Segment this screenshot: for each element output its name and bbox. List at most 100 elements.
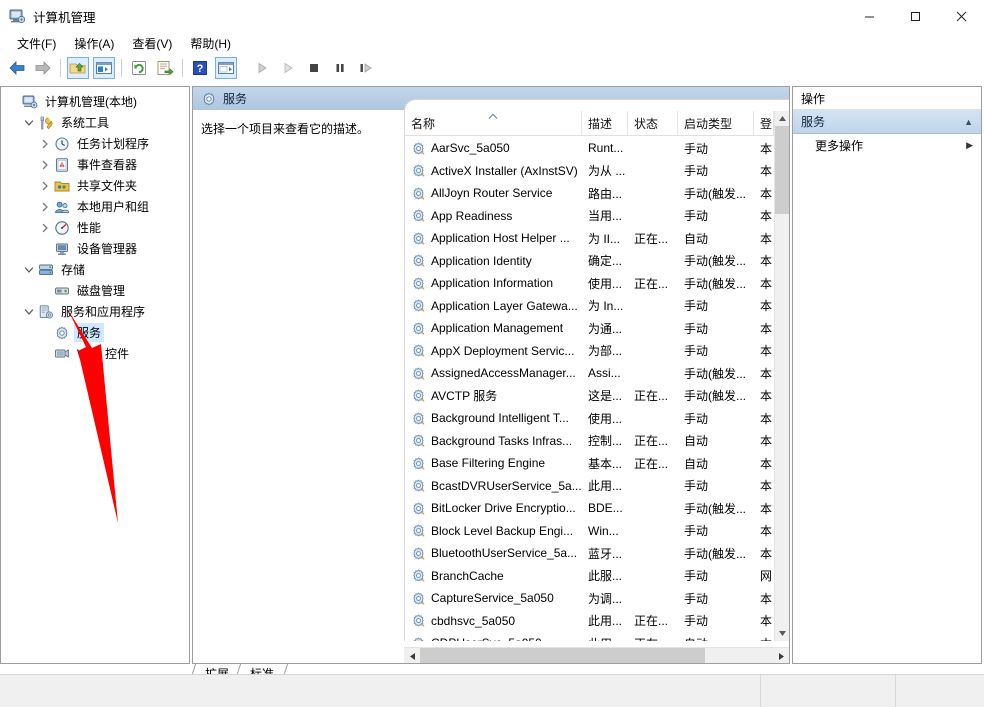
restart-service-icon[interactable] xyxy=(355,57,377,79)
column-logon-as-label: 登 xyxy=(760,115,772,132)
properties-icon[interactable] xyxy=(215,57,237,79)
chevron-right-icon[interactable] xyxy=(37,178,53,194)
service-row[interactable]: AVCTP 服务这是...正在...手动(触发...本 xyxy=(405,385,774,408)
service-row[interactable]: BcastDVRUserService_5a...此用...手动本 xyxy=(405,475,774,498)
show-hide-tree-icon[interactable] xyxy=(93,57,115,79)
actions-group-services[interactable]: 服务 ▲ xyxy=(793,110,981,134)
service-row[interactable]: BluetoothUserService_5a...蓝牙...手动(触发...本 xyxy=(405,542,774,565)
service-name-cell: BluetoothUserService_5a... xyxy=(405,546,582,561)
service-logon-cell: 本 xyxy=(754,365,774,382)
list-horizontal-scrollbar[interactable] xyxy=(404,641,789,663)
list-vertical-scrollbar[interactable] xyxy=(774,111,789,641)
service-logon-cell: 本 xyxy=(754,545,774,562)
chevron-right-icon[interactable] xyxy=(37,220,53,236)
service-row[interactable]: Background Intelligent T...使用...手动本 xyxy=(405,407,774,430)
service-row[interactable]: AllJoyn Router Service路由...手动(触发...本 xyxy=(405,182,774,205)
back-icon[interactable] xyxy=(6,57,28,79)
column-logon-as[interactable]: 登 xyxy=(754,111,774,135)
service-row[interactable]: BranchCache此服...手动网 xyxy=(405,565,774,588)
sidebar-item-0[interactable]: 计算机管理(本地) xyxy=(5,91,189,112)
start-service-icon[interactable] xyxy=(251,57,273,79)
service-row[interactable]: CaptureService_5a050为调...手动本 xyxy=(405,587,774,610)
service-row[interactable]: AssignedAccessManager...Assi...手动(触发...本 xyxy=(405,362,774,385)
service-startup-type-cell: 手动(触发... xyxy=(678,365,754,382)
horizontal-scroll-track[interactable] xyxy=(404,647,789,663)
menu-action[interactable]: 操作(A) xyxy=(65,33,123,54)
scroll-up-icon[interactable] xyxy=(775,111,789,126)
sidebar-item-9[interactable]: 磁盘管理 xyxy=(5,280,189,301)
service-row[interactable]: Background Tasks Infras...控制...正在...自动本 xyxy=(405,430,774,453)
service-name-cell: Background Intelligent T... xyxy=(405,411,582,426)
chevron-down-icon[interactable] xyxy=(21,304,37,320)
service-row[interactable]: AarSvc_5a050Runt...手动本 xyxy=(405,137,774,160)
sidebar-item-10[interactable]: 服务和应用程序 xyxy=(5,301,189,322)
scroll-right-icon[interactable] xyxy=(773,648,789,664)
sidebar-item-2[interactable]: 任务计划程序 xyxy=(5,133,189,154)
service-row[interactable]: AppX Deployment Servic...为部...手动本 xyxy=(405,340,774,363)
sidebar-item-3[interactable]: 事件查看器 xyxy=(5,154,189,175)
service-row[interactable]: Application Information使用...正在...手动(触发..… xyxy=(405,272,774,295)
service-name-label: Application Identity xyxy=(431,254,532,268)
sidebar-item-7[interactable]: 设备管理器 xyxy=(5,238,189,259)
close-button[interactable] xyxy=(938,0,984,32)
forward-icon[interactable] xyxy=(32,57,54,79)
service-row[interactable]: ActiveX Installer (AxInstSV)为从 ...手动本 xyxy=(405,160,774,183)
sidebar-item-8[interactable]: 存储 xyxy=(5,259,189,280)
service-row[interactable]: Application Host Helper ...为 II...正在...自… xyxy=(405,227,774,250)
service-row[interactable]: Application Management为通...手动本 xyxy=(405,317,774,340)
service-description-cell: 这是... xyxy=(582,387,628,404)
column-description[interactable]: 描述 xyxy=(582,111,628,135)
service-name-cell: Background Tasks Infras... xyxy=(405,433,582,448)
menu-help[interactable]: 帮助(H) xyxy=(181,33,240,54)
service-name-label: Application Management xyxy=(431,321,563,335)
column-startup-type[interactable]: 启动类型 xyxy=(678,111,754,135)
sidebar-item-11[interactable]: 服务 xyxy=(5,322,189,343)
service-description-cell: BDE... xyxy=(582,501,628,515)
sidebar-item-5[interactable]: 本地用户和组 xyxy=(5,196,189,217)
vertical-scroll-track[interactable] xyxy=(775,126,789,626)
storage-icon xyxy=(37,262,54,278)
maximize-button[interactable] xyxy=(892,0,938,32)
service-row[interactable]: BitLocker Drive Encryptio...BDE...手动(触发.… xyxy=(405,497,774,520)
service-row[interactable]: Base Filtering Engine基本...正在...自动本 xyxy=(405,452,774,475)
tree-spacer xyxy=(37,346,53,362)
stop-service-icon[interactable] xyxy=(303,57,325,79)
horizontal-scroll-thumb[interactable] xyxy=(420,648,705,664)
scroll-left-icon[interactable] xyxy=(404,648,420,664)
service-row[interactable]: Application Identity确定...手动(触发...本 xyxy=(405,250,774,273)
menu-file[interactable]: 文件(F) xyxy=(8,33,65,54)
sidebar-item-label: 服务 xyxy=(74,323,104,342)
resume-service-icon[interactable] xyxy=(277,57,299,79)
service-row[interactable]: cbdhsvc_5a050此用...正在...手动本 xyxy=(405,610,774,633)
chevron-right-icon[interactable] xyxy=(37,157,53,173)
minimize-button[interactable] xyxy=(846,0,892,32)
service-name-label: App Readiness xyxy=(431,209,512,223)
export-list-icon[interactable] xyxy=(154,57,176,79)
chevron-up-icon[interactable]: ▲ xyxy=(964,117,973,127)
vertical-scroll-thumb[interactable] xyxy=(775,126,789,214)
menu-view[interactable]: 查看(V) xyxy=(123,33,181,54)
sidebar-item-1[interactable]: 系统工具 xyxy=(5,112,189,133)
pause-service-icon[interactable] xyxy=(329,57,351,79)
column-status[interactable]: 状态 xyxy=(628,111,678,135)
scroll-down-icon[interactable] xyxy=(775,626,789,641)
sidebar-item-12[interactable]: WMI 控件 xyxy=(5,343,189,364)
sidebar-item-6[interactable]: 性能 xyxy=(5,217,189,238)
service-name-cell: Application Information xyxy=(405,276,582,291)
sidebar-item-label: 本地用户和组 xyxy=(74,197,152,216)
chevron-right-icon[interactable] xyxy=(37,136,53,152)
service-row[interactable]: Application Layer Gatewa...为 In...手动本 xyxy=(405,295,774,318)
chevron-down-icon[interactable] xyxy=(21,115,37,131)
service-row[interactable]: Block Level Backup Engi...Win...手动本 xyxy=(405,520,774,543)
column-name[interactable]: 名称 xyxy=(405,111,582,135)
service-row[interactable]: App Readiness当用...手动本 xyxy=(405,205,774,228)
refresh-icon[interactable] xyxy=(128,57,150,79)
help-icon[interactable]: ? xyxy=(189,57,211,79)
chevron-down-icon[interactable] xyxy=(21,262,37,278)
chevron-right-icon[interactable] xyxy=(37,199,53,215)
service-row[interactable]: CDPUserSvc_5a050此用...正在...自动本 xyxy=(405,632,774,641)
action-more-actions[interactable]: 更多操作 ▶ xyxy=(793,134,981,156)
service-startup-type-cell: 手动(触发... xyxy=(678,387,754,404)
sidebar-item-4[interactable]: 共享文件夹 xyxy=(5,175,189,196)
up-folder-icon[interactable] xyxy=(67,57,89,79)
